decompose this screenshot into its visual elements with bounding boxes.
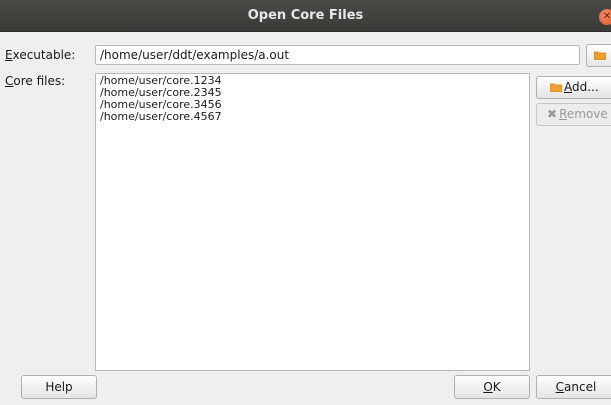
browse-executable-button[interactable] <box>586 44 611 67</box>
remove-icon: ✖ <box>547 107 558 121</box>
folder-icon <box>594 51 606 60</box>
remove-button[interactable]: ✖ Remove <box>536 103 611 126</box>
window-title: Open Core Files <box>247 8 364 23</box>
add-button[interactable]: Add... <box>536 76 611 99</box>
executable-label: Executable: <box>5 48 76 62</box>
core-files-list[interactable]: /home/user/core.1234 /home/user/core.234… <box>95 73 530 371</box>
cancel-button[interactable]: Cancel <box>536 375 611 399</box>
core-files-label: Core files: <box>5 74 66 88</box>
executable-field[interactable]: /home/user/ddt/examples/a.out <box>95 45 580 65</box>
folder-icon <box>550 83 562 92</box>
help-button[interactable]: Help <box>21 375 97 399</box>
title-bar[interactable]: Open Core Files ✕ <box>0 0 611 32</box>
open-core-files-dialog: Open Core Files ✕ Executable: /home/user… <box>0 0 611 405</box>
ok-button[interactable]: OK <box>454 375 530 399</box>
list-item[interactable]: /home/user/core.4567 <box>100 111 525 123</box>
close-icon[interactable]: ✕ <box>599 9 611 25</box>
